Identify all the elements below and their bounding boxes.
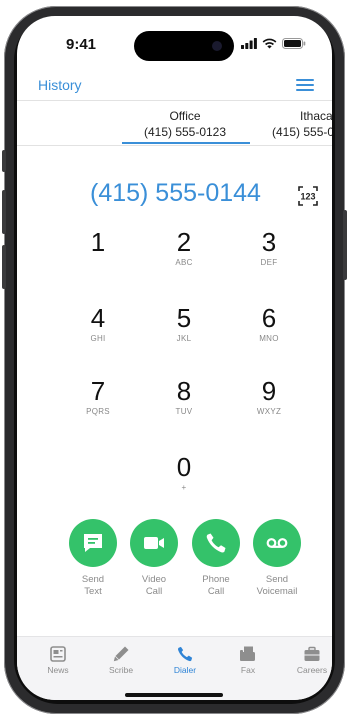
- video-icon: [144, 537, 164, 549]
- side-button-volume-down: [2, 245, 6, 289]
- message-icon: [84, 534, 102, 552]
- accounts-divider: [17, 145, 332, 146]
- account-tab-office[interactable]: Office (415) 555-0123: [135, 108, 235, 140]
- key-5[interactable]: 5 JKL: [154, 304, 214, 344]
- fax-icon: [240, 646, 255, 661]
- status-bar: 9:41: [17, 16, 332, 64]
- tab-dialer[interactable]: Dialer: [160, 645, 210, 675]
- key-2[interactable]: 2 ABC: [154, 228, 214, 268]
- dialed-number[interactable]: (415) 555-0144: [90, 179, 261, 208]
- key-3[interactable]: 3 DEF: [239, 228, 299, 268]
- briefcase-icon: [304, 646, 320, 661]
- key-7[interactable]: 7 PQRS: [68, 377, 128, 417]
- account-number: (415) 555-0123: [143, 125, 227, 139]
- keyboard-toggle-icon[interactable]: 123: [297, 185, 319, 207]
- camera-icon: [212, 41, 222, 51]
- phone-icon: [178, 646, 193, 662]
- account-name: Ithaca: [300, 109, 332, 123]
- phone-call-button[interactable]: [192, 519, 240, 567]
- account-tab-ithaca[interactable]: Ithaca (415) 555-0: [272, 108, 332, 140]
- send-voicemail-button[interactable]: [253, 519, 301, 567]
- key-6[interactable]: 6 MNO: [239, 304, 299, 344]
- side-button-power: [343, 210, 347, 280]
- history-link[interactable]: History: [38, 77, 82, 93]
- side-button-volume-up: [2, 190, 6, 234]
- account-name: Office: [169, 109, 201, 123]
- video-call-label: Video Call: [141, 574, 167, 597]
- send-voicemail-label: Send Voicemail: [256, 574, 298, 597]
- nav-divider: [17, 100, 332, 101]
- signal-icon: [241, 38, 257, 49]
- tab-fax[interactable]: Fax: [223, 645, 273, 675]
- account-selector: Office (415) 555-0123 Ithaca (415) 555-0: [17, 108, 332, 148]
- video-call-button[interactable]: [130, 519, 178, 567]
- wifi-icon: [262, 38, 277, 49]
- home-indicator: [125, 693, 223, 697]
- key-1[interactable]: 1: [68, 228, 128, 268]
- side-button-silent: [2, 150, 6, 172]
- tab-scribe[interactable]: Scribe: [96, 645, 146, 675]
- status-icons: [241, 38, 306, 49]
- battery-icon: [282, 38, 306, 49]
- send-text-label: Send Text: [81, 574, 105, 597]
- svg-text:123: 123: [300, 192, 315, 202]
- scribe-icon: [113, 646, 129, 662]
- nav-bar: History: [17, 70, 332, 98]
- news-icon: [50, 646, 66, 662]
- tab-careers[interactable]: Careers: [287, 645, 332, 675]
- status-time: 9:41: [66, 36, 97, 53]
- phone-icon: [206, 533, 226, 553]
- selected-account-indicator: [122, 142, 250, 144]
- account-number: (415) 555-0: [272, 125, 332, 139]
- send-text-button[interactable]: [69, 519, 117, 567]
- key-4[interactable]: 4 GHI: [68, 304, 128, 344]
- phone-call-label: Phone Call: [202, 574, 230, 597]
- tab-bar: News Scribe Dialer Fax Careers: [17, 636, 332, 700]
- dialed-number-area: (415) 555-0144 123: [17, 179, 332, 215]
- key-0[interactable]: 0 +: [154, 453, 214, 493]
- key-8[interactable]: 8 TUV: [154, 377, 214, 417]
- key-9[interactable]: 9 WXYZ: [239, 377, 299, 417]
- phone-screen: 9:41 History Office (415) 555-0123 Ithac…: [17, 16, 332, 700]
- hamburger-icon[interactable]: [296, 79, 314, 91]
- voicemail-icon: [266, 538, 288, 548]
- dynamic-island: [134, 31, 234, 61]
- tab-news[interactable]: News: [33, 645, 83, 675]
